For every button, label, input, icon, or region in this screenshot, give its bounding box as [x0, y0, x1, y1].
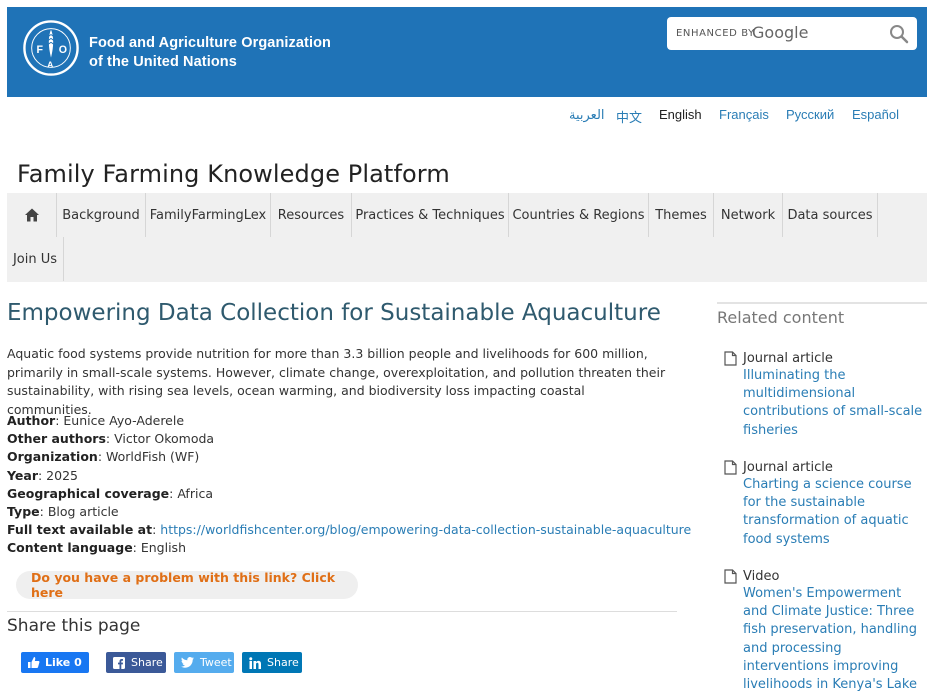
org-name[interactable]: Food and Agriculture Organization of the…: [89, 34, 331, 72]
svg-text:A: A: [47, 59, 54, 69]
nav-resources[interactable]: Resources: [271, 193, 352, 237]
nav-network[interactable]: Network: [714, 193, 783, 237]
facebook-icon: [113, 656, 125, 669]
meta-value: Victor Okomoda: [114, 431, 215, 447]
document-icon: [724, 568, 737, 584]
lang-russian[interactable]: Русский: [786, 107, 834, 122]
twitter-share-button[interactable]: Tweet: [174, 652, 234, 673]
related-item-type: Journal article: [724, 349, 924, 367]
sidebar-rule: [717, 302, 927, 304]
meta-label: Type: [7, 503, 40, 519]
related-item: Journal article Charting a science cours…: [724, 458, 924, 549]
linkedin-icon: [249, 656, 261, 669]
facebook-share-label: Share: [131, 656, 163, 669]
nav-background[interactable]: Background: [57, 193, 146, 237]
meta-label: Geographical coverage: [7, 485, 170, 501]
related-item-type-label: Journal article: [743, 459, 833, 475]
lang-english[interactable]: English: [659, 107, 702, 122]
meta-other-authors: Other authors: Victor Okomoda: [7, 431, 215, 447]
meta-label: Full text available at: [7, 522, 153, 538]
lang-arabic[interactable]: العربية: [569, 107, 605, 123]
nav-themes[interactable]: Themes: [649, 193, 714, 237]
nav-data-sources[interactable]: Data sources: [783, 193, 878, 237]
article-title: Empowering Data Collection for Sustainab…: [7, 300, 661, 326]
meta-value: Blog article: [47, 503, 119, 519]
article-metadata: Author: Eunice Ayo-Aderele Other authors…: [7, 412, 691, 558]
search-box[interactable]: ENHANCED BY Google: [667, 17, 917, 50]
svg-text:O: O: [59, 44, 67, 56]
related-item-type: Video: [724, 567, 924, 585]
report-link-problem-button[interactable]: Do you have a problem with this link? Cl…: [16, 570, 358, 600]
meta-value: WorldFish (WF): [106, 449, 200, 465]
related-item-link[interactable]: Illuminating the multidimensional contri…: [743, 367, 924, 440]
language-switcher: العربية 中文 English Français Русский Espa…: [0, 107, 934, 127]
meta-year: Year: 2025: [7, 467, 78, 483]
full-text-link[interactable]: https://worldfishcenter.org/blog/empower…: [160, 522, 691, 537]
fao-logo[interactable]: F A O: [22, 19, 80, 77]
share-title: Share this page: [7, 616, 141, 636]
lang-french[interactable]: Français: [719, 107, 769, 122]
lang-chinese[interactable]: 中文: [616, 107, 642, 126]
nav-familyfarminglex[interactable]: FamilyFarmingLex: [146, 193, 271, 237]
meta-organization: Organization: WorldFish (WF): [7, 449, 200, 465]
like-count: Like 0: [45, 656, 82, 669]
related-item: Journal article Illuminating the multidi…: [724, 349, 924, 440]
divider: [7, 611, 677, 612]
org-name-line1: Food and Agriculture Organization: [89, 35, 332, 51]
main-nav: Background FamilyFarmingLex Resources Pr…: [7, 193, 927, 282]
meta-label: Other authors: [7, 431, 106, 447]
related-item-link[interactable]: Women's Empowerment and Climate Justice:…: [743, 585, 924, 694]
meta-content-language: Content language: English: [7, 540, 186, 556]
svg-text:F: F: [37, 44, 44, 56]
meta-label: Content language: [7, 540, 133, 556]
facebook-like-button[interactable]: Like 0: [21, 652, 89, 673]
meta-author: Author: Eunice Ayo-Aderele: [7, 413, 185, 428]
related-item-type: Journal article: [724, 458, 924, 476]
twitter-icon: [181, 657, 194, 668]
nav-home[interactable]: [7, 193, 57, 237]
facebook-share-button[interactable]: Share: [106, 652, 166, 673]
nav-practices-techniques[interactable]: Practices & Techniques: [352, 193, 509, 237]
nav-join-us[interactable]: Join Us: [7, 237, 64, 281]
lang-spanish[interactable]: Español: [852, 107, 899, 122]
related-item-type-label: Video: [743, 568, 780, 584]
org-name-line2: of the United Nations: [89, 54, 237, 70]
twitter-share-label: Tweet: [200, 656, 232, 669]
meta-value: Africa: [177, 485, 213, 501]
article-intro: Aquatic food systems provide nutrition f…: [7, 346, 666, 417]
meta-value: Eunice Ayo-Aderele: [63, 413, 185, 428]
related-item: Video Women's Empowerment and Climate Ju…: [724, 567, 924, 694]
related-item-link[interactable]: Charting a science course for the sustai…: [743, 476, 924, 549]
site-title[interactable]: Family Farming Knowledge Platform: [17, 160, 450, 188]
meta-geographical-coverage: Geographical coverage: Africa: [7, 485, 213, 501]
meta-full-text: Full text available at: https://worldfis…: [7, 522, 692, 538]
meta-type: Type: Blog article: [7, 503, 119, 519]
linkedin-share-label: Share: [267, 656, 299, 669]
meta-value: 2025: [46, 467, 78, 483]
nav-countries-regions[interactable]: Countries & Regions: [509, 193, 649, 237]
related-content-title: Related content: [717, 308, 845, 327]
header-banner: F A O Food and Agriculture Organization …: [7, 7, 927, 97]
meta-label: Author: [7, 413, 56, 428]
linkedin-share-button[interactable]: Share: [242, 652, 302, 673]
thumbs-up-icon: [28, 657, 40, 668]
search-enhanced-by: ENHANCED BY: [676, 28, 755, 39]
document-icon: [724, 459, 737, 475]
document-icon: [724, 350, 737, 366]
related-item-type-label: Journal article: [743, 350, 833, 366]
meta-label: Organization: [7, 449, 98, 465]
meta-label: Year: [7, 467, 38, 483]
home-icon: [24, 208, 39, 222]
search-icon[interactable]: [889, 24, 909, 44]
meta-value: English: [140, 540, 186, 556]
search-engine-label: Google: [752, 23, 809, 42]
